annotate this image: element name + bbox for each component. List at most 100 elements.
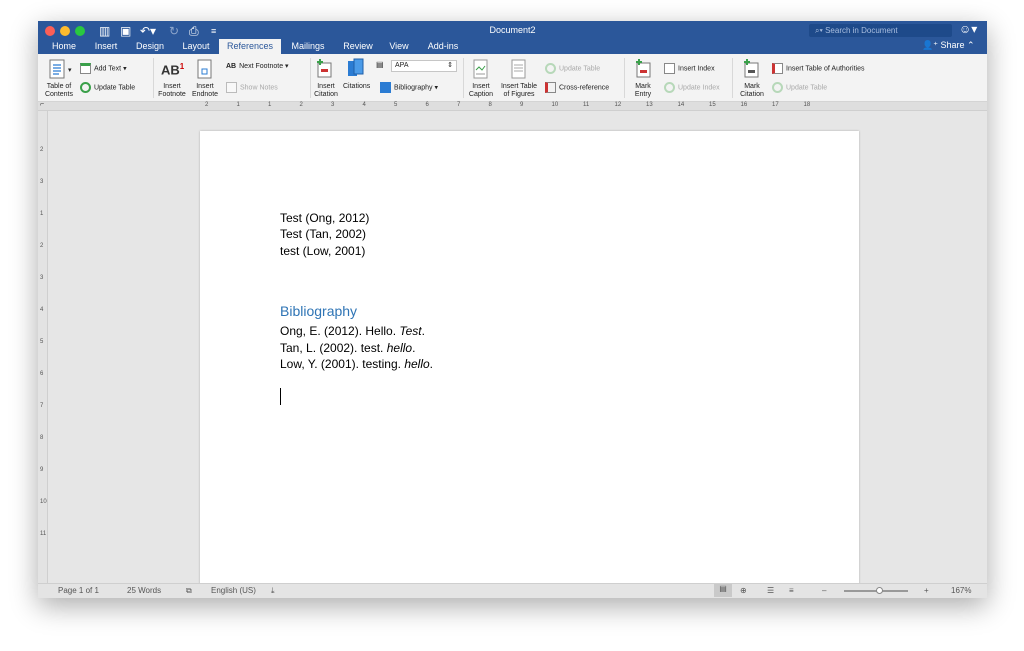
zoom-level[interactable]: 167% bbox=[951, 586, 971, 595]
citation-style-select[interactable]: APA ⇕ bbox=[391, 60, 457, 72]
tab-review[interactable]: Review bbox=[338, 39, 378, 54]
insert-table-of-figures-icon[interactable] bbox=[510, 59, 528, 79]
citation-line[interactable]: Test (Ong, 2012) bbox=[280, 211, 369, 225]
cross-reference-icon bbox=[545, 82, 556, 93]
show-notes-label: Show Notes bbox=[240, 84, 278, 92]
mark-citation-icon[interactable] bbox=[743, 58, 761, 78]
mark-entry-button[interactable]: Mark Entry bbox=[630, 83, 656, 99]
zoom-slider-thumb[interactable] bbox=[876, 587, 883, 594]
tab-layout[interactable]: Layout bbox=[176, 39, 216, 54]
vertical-ruler-number: 10 bbox=[40, 499, 47, 505]
search-input[interactable]: ⌕▾ Search in Document bbox=[809, 24, 952, 37]
bibliography-entry[interactable]: Tan, L. (2002). test. hello. bbox=[280, 341, 415, 355]
feedback-smiley-icon[interactable]: ☺▾ bbox=[959, 22, 977, 36]
document-canvas[interactable]: Test (Ong, 2012) Test (Tan, 2002) test (… bbox=[48, 111, 987, 591]
update-table-button-captions[interactable]: Update Table bbox=[545, 63, 600, 74]
ruler-number: 1 bbox=[236, 102, 240, 108]
insert-table-of-figures-button[interactable]: Insert Table of Figures bbox=[499, 83, 539, 99]
cross-reference-label: Cross-reference bbox=[559, 84, 610, 92]
citation-line[interactable]: Test (Tan, 2002) bbox=[280, 227, 366, 241]
next-footnote-button[interactable]: AB Next Footnote ▾ bbox=[226, 63, 289, 71]
update-index-button[interactable]: Update Index bbox=[664, 82, 720, 93]
refresh-icon bbox=[80, 82, 91, 93]
insert-citation-icon[interactable] bbox=[316, 58, 334, 78]
share-button[interactable]: 👤⁺ Share ⌃ bbox=[922, 40, 975, 51]
ruler-number: 18 bbox=[803, 102, 811, 108]
ruler-number: 10 bbox=[551, 102, 559, 108]
update-table-button-authorities[interactable]: Update Table bbox=[772, 82, 827, 93]
mark-entry-icon[interactable] bbox=[635, 58, 653, 78]
text-cursor bbox=[280, 388, 281, 405]
ruler-number: 16 bbox=[740, 102, 748, 108]
update-table-label-captions: Update Table bbox=[559, 65, 601, 73]
insert-toa-icon bbox=[772, 63, 783, 74]
horizontal-ruler[interactable]: ⌐ 2 1 1 2 3 4 5 6 7 8 9 10 11 12 13 14 15 16 17 18 bbox=[38, 101, 987, 111]
zoom-in-button[interactable]: + bbox=[924, 586, 929, 595]
word-count[interactable]: 25 Words bbox=[127, 586, 161, 595]
entry-end: . bbox=[421, 324, 425, 338]
insert-table-of-authorities-button[interactable]: Insert Table of Authorities bbox=[772, 63, 864, 74]
vertical-ruler-number: 7 bbox=[40, 403, 44, 409]
update-table-button[interactable]: Update Table bbox=[80, 82, 135, 93]
ruler-number: 5 bbox=[394, 102, 398, 108]
insert-toa-label: Insert Table of Authorities bbox=[786, 65, 865, 73]
vertical-ruler[interactable]: 2 3 1 2 3 4 5 6 7 8 9 10 11 bbox=[38, 111, 48, 583]
tab-mailings[interactable]: Mailings bbox=[286, 39, 330, 54]
insert-footnote-button[interactable]: Insert Footnote bbox=[155, 83, 189, 99]
language-indicator[interactable]: English (US) bbox=[211, 586, 256, 595]
collapse-ribbon-icon[interactable]: ⌃ bbox=[967, 40, 975, 50]
tab-insert[interactable]: Insert bbox=[88, 39, 124, 54]
zoom-out-button[interactable]: – bbox=[822, 586, 826, 595]
next-footnote-label: Next Footnote bbox=[239, 63, 284, 70]
proofing-icon[interactable]: ⧉ bbox=[186, 586, 192, 596]
insert-caption-icon[interactable] bbox=[472, 59, 490, 79]
cross-reference-button[interactable]: Cross-reference bbox=[545, 82, 609, 93]
insert-endnote-button[interactable]: Insert Endnote bbox=[189, 83, 221, 99]
bibliography-entry[interactable]: Low, Y. (2001). testing. hello. bbox=[280, 357, 433, 371]
citations-icon[interactable] bbox=[347, 58, 365, 78]
vertical-ruler-number: 3 bbox=[40, 179, 44, 185]
table-of-contents-button[interactable]: Table of Contents bbox=[43, 83, 75, 99]
outline-view-icon[interactable]: ☰ bbox=[767, 586, 774, 595]
citations-button[interactable]: Citations bbox=[343, 83, 370, 91]
tab-add-ins[interactable]: Add-ins bbox=[422, 39, 464, 54]
add-text-label: Add Text bbox=[94, 65, 122, 73]
toc-dropdown-icon[interactable]: ▾ bbox=[68, 67, 72, 75]
add-text-button[interactable]: Add Text ▾ bbox=[80, 63, 127, 74]
tab-home[interactable]: Home bbox=[46, 39, 82, 54]
web-layout-view-icon[interactable]: ⊕ bbox=[740, 586, 747, 595]
draft-view-icon[interactable]: ≡ bbox=[789, 586, 794, 595]
tab-design[interactable]: Design bbox=[130, 39, 170, 54]
insert-endnote-icon[interactable] bbox=[196, 59, 214, 79]
vertical-ruler-number: 4 bbox=[40, 307, 44, 313]
citation-line[interactable]: test (Low, 2001) bbox=[280, 244, 365, 258]
insert-index-button[interactable]: Insert Index bbox=[664, 63, 715, 74]
status-bar: Page 1 of 1 25 Words ⧉ English (US) ⤓ ▤ … bbox=[38, 583, 987, 598]
bibliography-icon bbox=[380, 82, 391, 93]
show-notes-button[interactable]: Show Notes bbox=[226, 82, 278, 93]
tab-selector-icon[interactable]: ⌐ bbox=[40, 101, 44, 108]
ruler-number: 2 bbox=[205, 102, 209, 108]
entry-end: . bbox=[412, 341, 416, 355]
bibliography-entry[interactable]: Ong, E. (2012). Hello. Test. bbox=[280, 324, 425, 338]
ruler-number: 9 bbox=[520, 102, 524, 108]
insert-citation-button[interactable]: Insert Citation bbox=[310, 83, 342, 99]
bibliography-button[interactable]: Bibliography ▾ bbox=[380, 82, 438, 93]
document-page[interactable]: Test (Ong, 2012) Test (Tan, 2002) test (… bbox=[200, 131, 859, 591]
citation-style-value: APA bbox=[395, 62, 409, 69]
print-layout-view-icon[interactable]: ▤ bbox=[714, 584, 732, 597]
update-index-label: Update Index bbox=[678, 84, 720, 92]
ruler-number: 14 bbox=[677, 102, 685, 108]
insert-index-label: Insert Index bbox=[678, 65, 715, 73]
insert-caption-button[interactable]: Insert Caption bbox=[466, 83, 496, 99]
page-count[interactable]: Page 1 of 1 bbox=[58, 586, 99, 595]
vertical-ruler-number: 2 bbox=[40, 243, 44, 249]
bibliography-heading[interactable]: Bibliography bbox=[280, 303, 357, 319]
tab-references[interactable]: References bbox=[219, 39, 281, 54]
tab-view[interactable]: View bbox=[383, 39, 415, 54]
ruler-number: 1 bbox=[268, 102, 272, 108]
table-of-contents-icon[interactable] bbox=[49, 59, 67, 79]
track-changes-icon[interactable]: ⤓ bbox=[271, 586, 275, 596]
share-label: Share bbox=[940, 40, 965, 50]
mark-citation-button[interactable]: Mark Citation bbox=[737, 83, 767, 99]
